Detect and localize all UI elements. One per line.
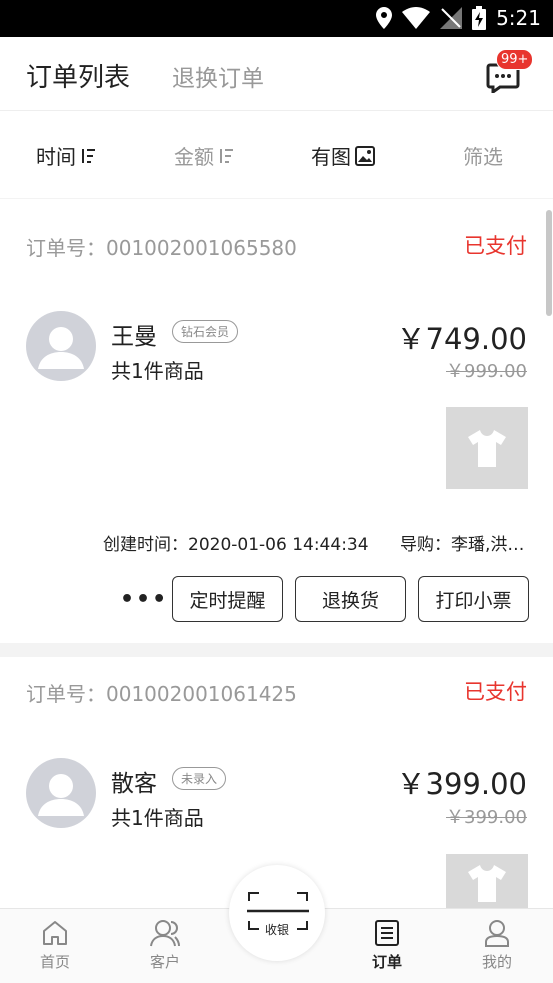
nav-orders-label: 订单 bbox=[371, 953, 402, 971]
sort-bar: 时间 金额 有图 筛选 bbox=[0, 111, 553, 198]
battery-charging-icon bbox=[472, 6, 487, 30]
sort-by-time[interactable]: 时间 bbox=[36, 141, 96, 170]
order-price: ￥749.00 bbox=[396, 322, 527, 356]
return-exchange-button[interactable]: 退换货 bbox=[295, 576, 406, 622]
filter-label: 筛选 bbox=[463, 145, 503, 169]
status-badge: 已支付 bbox=[464, 234, 527, 258]
tab-return-orders[interactable]: 退换订单 bbox=[172, 59, 264, 93]
status-bar: 5:21 bbox=[0, 0, 553, 37]
sort-by-amount[interactable]: 金额 bbox=[174, 141, 234, 170]
order-number-label: 订单号： bbox=[26, 236, 106, 260]
created-time-label: 创建时间： bbox=[103, 535, 188, 555]
order-card[interactable]: 订单号：001002001065580 已支付 王曼 钻石会员 共1件商品 ￥7… bbox=[0, 199, 553, 643]
message-badge: 99+ bbox=[496, 49, 534, 70]
item-count: 共1件商品 bbox=[111, 806, 204, 830]
order-list-icon bbox=[375, 920, 399, 946]
customer-name: 散客 bbox=[111, 771, 157, 797]
order-price: ￥399.00 bbox=[396, 767, 527, 801]
nav-customer[interactable]: 客户 bbox=[135, 919, 195, 972]
original-price: ￥999.00 bbox=[446, 361, 527, 382]
nav-home-label: 首页 bbox=[39, 953, 70, 971]
status-icons: 5:21 bbox=[376, 6, 541, 30]
member-tag: 未录入 bbox=[172, 767, 227, 790]
sort-time-label: 时间 bbox=[36, 145, 76, 169]
order-number-value: 001002001065580 bbox=[106, 236, 297, 260]
location-icon bbox=[376, 7, 393, 29]
tshirt-icon bbox=[468, 430, 506, 467]
created-time-value: 2020-01-06 14:44:34 bbox=[188, 535, 369, 555]
status-badge: 已支付 bbox=[464, 680, 527, 704]
order-number: 订单号：001002001061425 bbox=[26, 678, 297, 707]
wifi-icon bbox=[402, 7, 431, 29]
avatar bbox=[26, 758, 96, 828]
profile-icon bbox=[485, 920, 509, 947]
created-time: 创建时间：2020-01-06 14:44:34 bbox=[103, 530, 369, 555]
customer-icon bbox=[150, 920, 180, 947]
nav-mine-label: 我的 bbox=[481, 953, 512, 971]
member-tag: 钻石会员 bbox=[172, 320, 239, 343]
avatar bbox=[26, 311, 96, 381]
no-signal-icon bbox=[440, 7, 463, 29]
shopping-guide-label: 导购： bbox=[400, 535, 451, 555]
sort-amount-label: 金额 bbox=[174, 145, 214, 169]
item-count: 共1件商品 bbox=[111, 359, 204, 383]
tshirt-icon bbox=[468, 865, 506, 902]
nav-home[interactable]: 首页 bbox=[25, 919, 85, 972]
sort-desc-icon bbox=[82, 148, 95, 163]
customer-name: 王曼 bbox=[111, 324, 157, 350]
user-avatar-icon bbox=[38, 774, 84, 816]
sort-amount-icon bbox=[220, 148, 233, 163]
shopping-guide-value: 李璠,洪… bbox=[451, 535, 525, 555]
cashier-label: 收银 bbox=[264, 923, 289, 937]
tab-order-list[interactable]: 订单列表 bbox=[26, 57, 130, 94]
order-number: 订单号：001002001065580 bbox=[26, 232, 297, 261]
more-button[interactable]: ••• bbox=[120, 587, 168, 612]
nav-mine[interactable]: 我的 bbox=[467, 919, 527, 972]
order-number-value: 001002001061425 bbox=[106, 682, 297, 706]
shopping-guide: 导购：李璠,洪… bbox=[400, 530, 524, 555]
nav-customer-label: 客户 bbox=[149, 953, 180, 971]
original-price: ￥399.00 bbox=[446, 807, 527, 828]
reminder-button[interactable]: 定时提醒 bbox=[172, 576, 283, 622]
filter-has-image[interactable]: 有图 bbox=[311, 141, 375, 170]
top-header: 订单列表 退换订单 99+ bbox=[0, 37, 553, 111]
filter-button[interactable]: 筛选 bbox=[463, 141, 503, 170]
order-number-label: 订单号： bbox=[26, 682, 106, 706]
has-image-label: 有图 bbox=[311, 145, 351, 169]
user-avatar-icon bbox=[38, 327, 84, 369]
product-thumbnail[interactable] bbox=[446, 407, 528, 489]
clock: 5:21 bbox=[496, 6, 541, 30]
product-thumbnail[interactable] bbox=[446, 854, 528, 908]
home-icon bbox=[43, 921, 67, 945]
nav-orders[interactable]: 订单 bbox=[357, 919, 417, 972]
scrollbar[interactable] bbox=[546, 210, 552, 316]
cashier-button[interactable]: 收银 bbox=[229, 865, 325, 961]
image-icon bbox=[355, 145, 375, 166]
print-receipt-button[interactable]: 打印小票 bbox=[418, 576, 529, 622]
